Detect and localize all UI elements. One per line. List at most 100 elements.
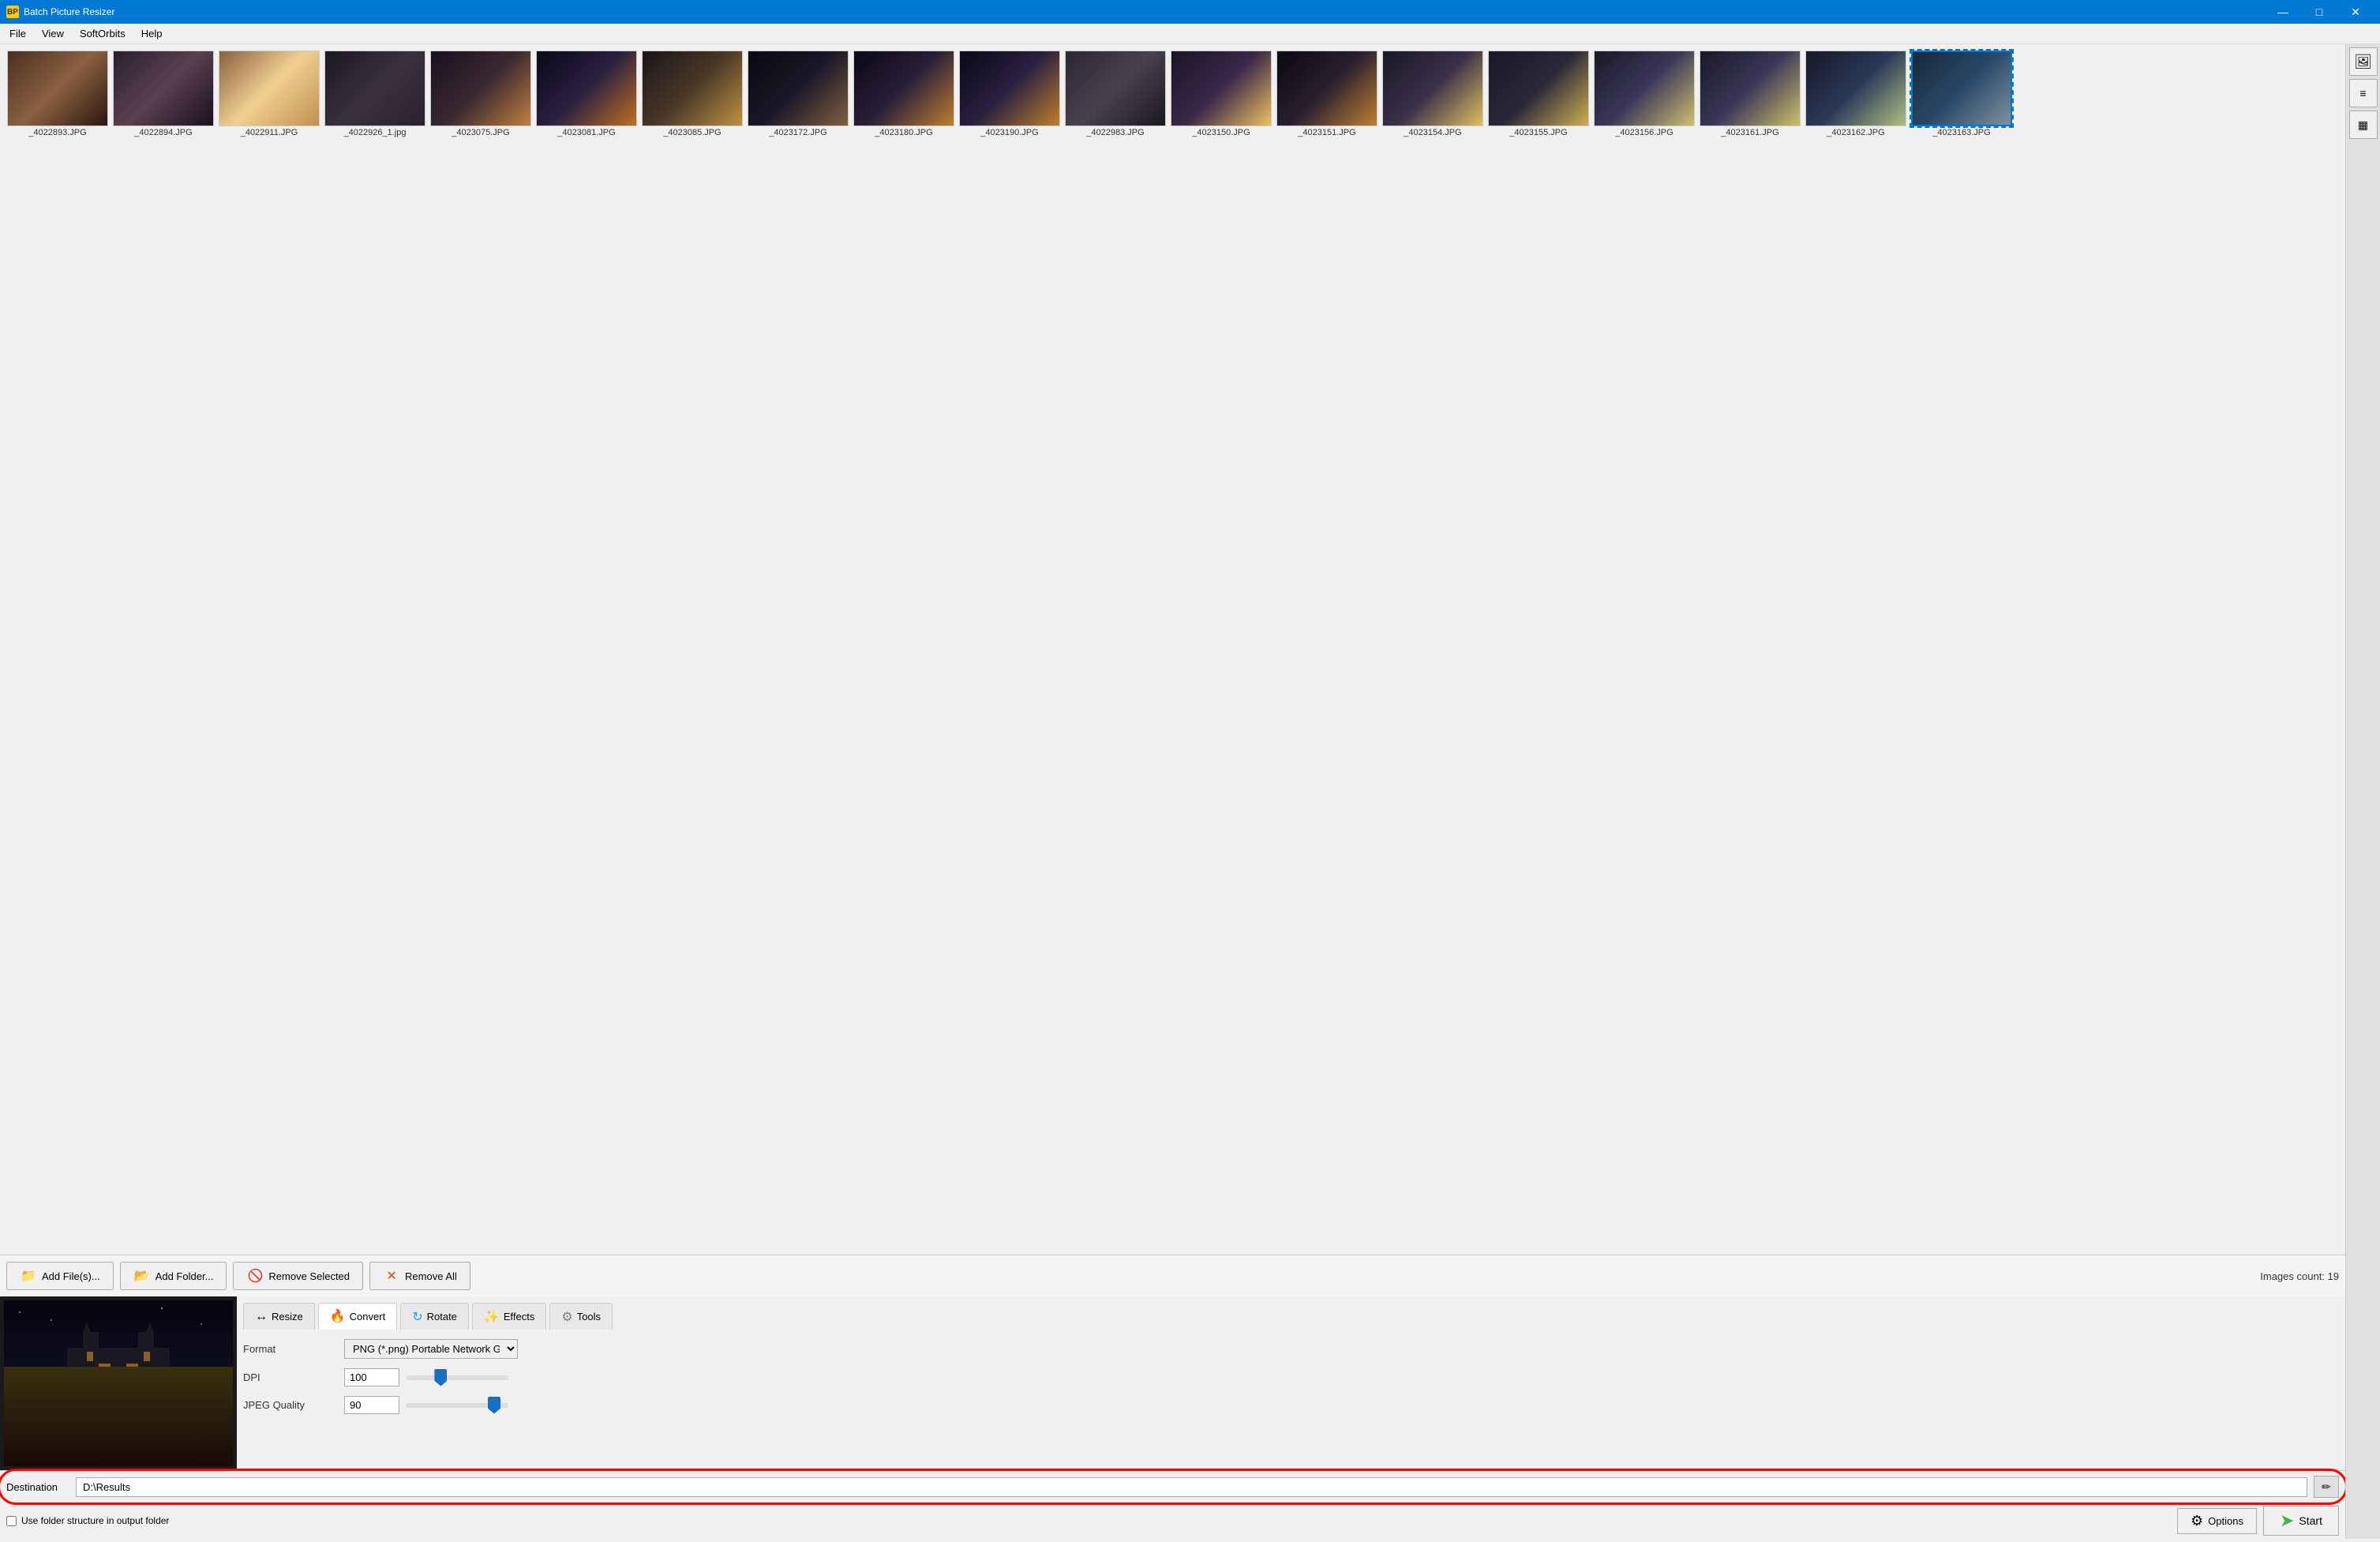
format-control: PNG (*.png) Portable Network Graph JPEG … — [344, 1339, 2339, 1359]
thumbnail-image — [324, 51, 425, 126]
tab-convert[interactable]: 🔥 Convert — [318, 1303, 397, 1330]
dpi-input[interactable] — [344, 1368, 399, 1386]
thumbnail-label: _4023081.JPG — [557, 128, 615, 137]
resize-icon: ↔ — [255, 1310, 268, 1324]
thumbnail-image — [1594, 51, 1695, 126]
toolbar: 📁 Add File(s)... 📂 Add Folder... 🚫 Remov… — [0, 1255, 2345, 1296]
thumbnail-label: _4023162.JPG — [1827, 128, 1884, 137]
menu-view[interactable]: View — [36, 25, 70, 42]
thumbnail-image — [219, 51, 320, 126]
thumbnail-image — [1488, 51, 1589, 126]
menu-file[interactable]: File — [3, 25, 32, 42]
options-gear-icon: ⚙ — [2191, 1513, 2203, 1529]
remove-all-button[interactable]: ✕ Remove All — [369, 1262, 470, 1290]
thumbnail-item[interactable]: _4023162.JPG — [1805, 51, 1907, 137]
grid-view-icon: ▦ — [2358, 118, 2368, 132]
jpeg-quality-control — [344, 1396, 2339, 1414]
thumbnail-image — [536, 51, 637, 126]
thumbnail-item[interactable]: _4023155.JPG — [1487, 51, 1590, 137]
thumbnail-label: _4023085.JPG — [663, 128, 721, 137]
list-view-icon: ≡ — [2359, 87, 2366, 99]
dpi-control — [344, 1368, 2339, 1386]
folder-structure-checkbox[interactable] — [6, 1516, 17, 1526]
thumbnail-image — [1065, 51, 1166, 126]
action-buttons: ⚙ Options ➤ Start — [2177, 1506, 2339, 1536]
thumbnail-grid[interactable]: _4022893.JPG_4022894.JPG_4022911.JPG_402… — [0, 44, 2345, 1255]
menu-bar: File View SoftOrbits Help — [0, 24, 2380, 44]
jpeg-quality-slider-track — [406, 1403, 508, 1408]
menu-softorbits[interactable]: SoftOrbits — [73, 25, 132, 42]
maximize-button[interactable]: □ — [2301, 0, 2337, 24]
images-count: Images count: 19 — [2260, 1270, 2339, 1282]
tab-resize[interactable]: ↔ Resize — [243, 1303, 315, 1330]
tab-tools[interactable]: ⚙ Tools — [549, 1303, 613, 1330]
jpeg-quality-input[interactable] — [344, 1396, 399, 1414]
thumbnail-item[interactable]: _4023156.JPG — [1593, 51, 1696, 137]
minimize-button[interactable]: — — [2265, 0, 2301, 24]
thumbnail-image — [113, 51, 214, 126]
options-button[interactable]: ⚙ Options — [2177, 1508, 2257, 1534]
tabs-row: ↔ Resize 🔥 Convert ↻ Rotate ✨ Effects — [243, 1303, 2339, 1330]
tab-effects[interactable]: ✨ Effects — [472, 1303, 546, 1330]
thumbnail-item[interactable]: _4022983.JPG — [1064, 51, 1167, 137]
thumbnail-item[interactable]: _4022926_1.jpg — [324, 51, 426, 137]
preview-image — [4, 1300, 233, 1466]
add-files-icon: 📁 — [20, 1267, 37, 1285]
thumbnail-label: _4023150.JPG — [1192, 128, 1250, 137]
thumbnail-item[interactable]: _4023180.JPG — [853, 51, 955, 137]
thumbnail-item[interactable]: _4022893.JPG — [6, 51, 109, 137]
thumbnail-item[interactable]: _4022894.JPG — [112, 51, 215, 137]
thumbnail-image — [642, 51, 743, 126]
format-select[interactable]: PNG (*.png) Portable Network Graph JPEG … — [344, 1339, 518, 1359]
thumbnail-label: _4023180.JPG — [875, 128, 932, 137]
thumbnail-item[interactable]: _4023161.JPG — [1699, 51, 1801, 137]
destination-label: Destination — [6, 1481, 69, 1493]
thumbnail-item[interactable]: _4023151.JPG — [1276, 51, 1378, 137]
start-button[interactable]: ➤ Start — [2263, 1506, 2339, 1536]
remove-selected-button[interactable]: 🚫 Remove Selected — [233, 1262, 363, 1290]
thumbnail-label: _4023163.JPG — [1932, 128, 1990, 137]
bottom-bar: Use folder structure in output folder ⚙ … — [0, 1503, 2345, 1539]
main-content: _4022893.JPG_4022894.JPG_4022911.JPG_402… — [0, 44, 2380, 1539]
thumbnail-item[interactable]: _4022911.JPG — [218, 51, 320, 137]
thumbnail-item[interactable]: _4023150.JPG — [1170, 51, 1272, 137]
browse-button[interactable]: ✏ — [2314, 1476, 2339, 1498]
thumbnail-image — [7, 51, 108, 126]
thumbnail-view-icon: 🖼 — [2354, 54, 2372, 70]
effects-icon: ✨ — [484, 1309, 500, 1325]
start-arrow-icon: ➤ — [2280, 1510, 2294, 1531]
thumbnail-label: _4023156.JPG — [1615, 128, 1673, 137]
thumbnail-view-button[interactable]: 🖼 — [2349, 47, 2378, 76]
add-files-button[interactable]: 📁 Add File(s)... — [6, 1262, 114, 1290]
thumbnail-label: _4022894.JPG — [134, 128, 192, 137]
dpi-slider-thumb[interactable] — [434, 1369, 447, 1386]
grid-view-button[interactable]: ▦ — [2349, 111, 2378, 139]
list-view-button[interactable]: ≡ — [2349, 79, 2378, 107]
folder-structure-row: Use folder structure in output folder — [6, 1515, 169, 1526]
thumbnail-label: _4023172.JPG — [769, 128, 826, 137]
jpeg-quality-slider-thumb[interactable] — [488, 1397, 500, 1414]
thumbnail-image — [1805, 51, 1906, 126]
close-button[interactable]: ✕ — [2337, 0, 2374, 24]
thumbnail-item[interactable]: _4023190.JPG — [958, 51, 1061, 137]
thumbnail-item[interactable]: _4023075.JPG — [429, 51, 532, 137]
thumbnail-image — [1276, 51, 1377, 126]
destination-bar: Destination ✏ — [0, 1470, 2345, 1503]
thumbnail-item[interactable]: _4023172.JPG — [747, 51, 849, 137]
tools-icon: ⚙ — [561, 1309, 572, 1325]
thumbnail-label: _4023075.JPG — [452, 128, 509, 137]
thumbnail-item[interactable]: _4023085.JPG — [641, 51, 744, 137]
menu-help[interactable]: Help — [135, 25, 169, 42]
convert-icon: 🔥 — [330, 1308, 346, 1324]
add-folder-button[interactable]: 📂 Add Folder... — [120, 1262, 227, 1290]
window-controls: — □ ✕ — [2265, 0, 2374, 24]
title-bar: BP Batch Picture Resizer — □ ✕ — [0, 0, 2380, 24]
thumbnail-image — [853, 51, 954, 126]
thumbnail-image — [1911, 51, 2012, 126]
remove-selected-icon: 🚫 — [246, 1267, 264, 1285]
thumbnail-item[interactable]: _4023154.JPG — [1381, 51, 1484, 137]
tab-rotate[interactable]: ↻ Rotate — [400, 1303, 469, 1330]
thumbnail-item[interactable]: _4023163.JPG — [1910, 51, 2013, 137]
destination-input[interactable] — [76, 1477, 2307, 1497]
thumbnail-item[interactable]: _4023081.JPG — [535, 51, 638, 137]
